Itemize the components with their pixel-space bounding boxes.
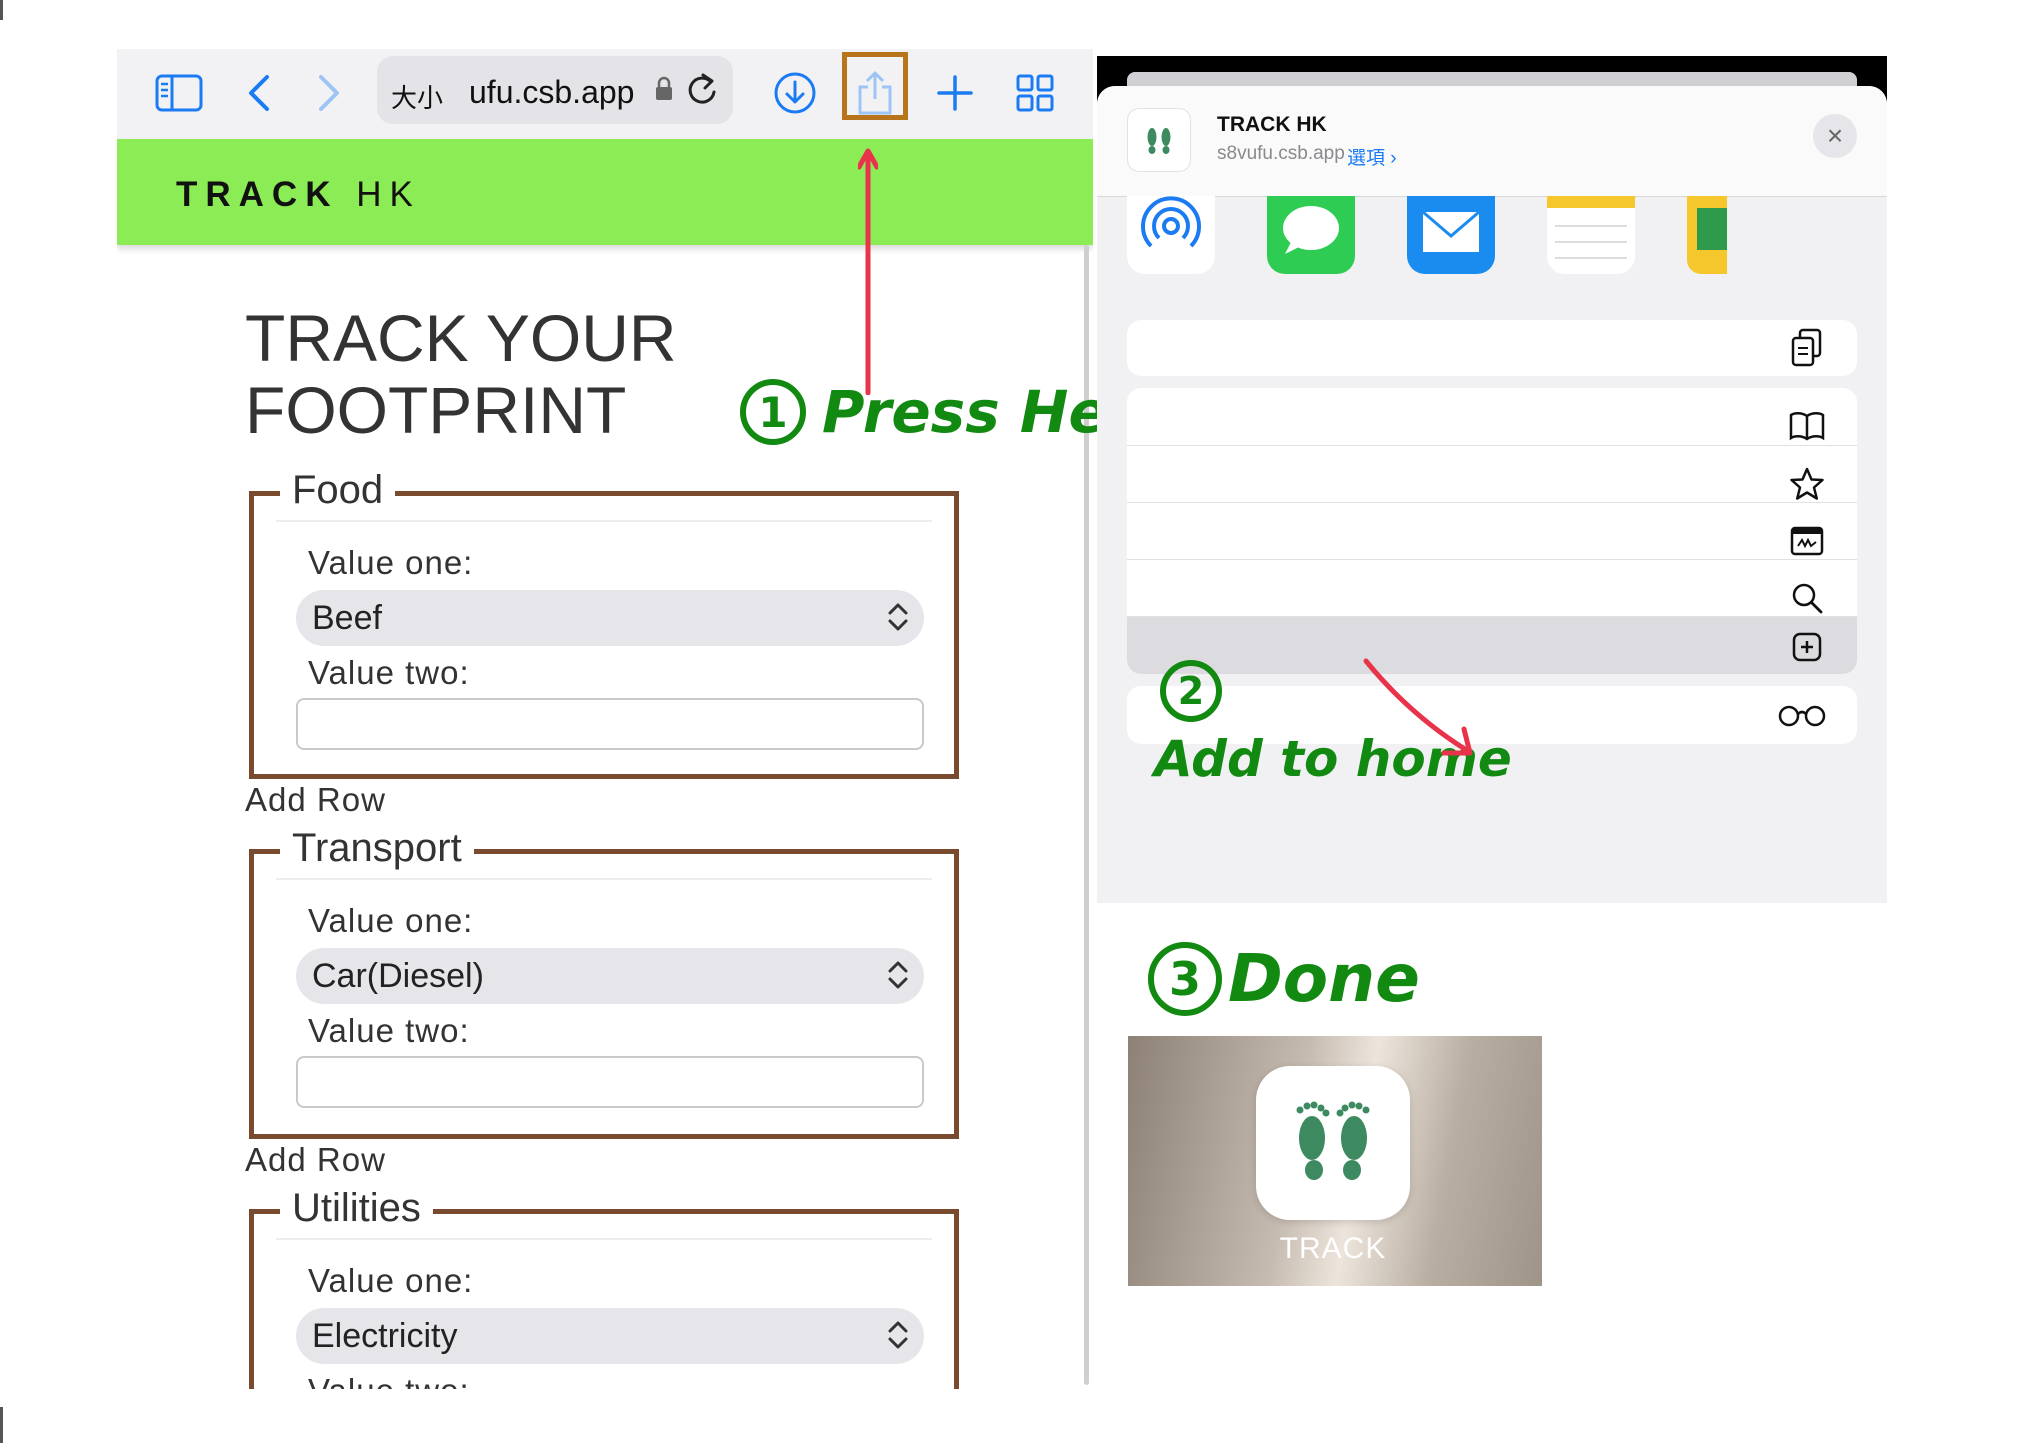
select-value: Beef	[312, 599, 382, 637]
page-title: TRACK YOUR FOOTPRINT	[245, 302, 677, 446]
sidebar-icon[interactable]	[153, 67, 205, 119]
messages-icon[interactable]	[1267, 196, 1355, 274]
url-text: ufu.csb.app	[469, 74, 635, 110]
add-square-icon	[1787, 627, 1827, 667]
step2-number: 2	[1160, 660, 1222, 722]
options-link[interactable]: 選項 ›	[1347, 143, 1397, 170]
share-sheet-header: TRACK HK s8vufu.csb.app 選項 › ×	[1097, 86, 1887, 197]
chevron-up-down-icon	[886, 958, 910, 997]
reload-icon[interactable]	[685, 72, 719, 113]
action-add-to-home-screen[interactable]	[1127, 616, 1857, 674]
search-icon	[1787, 578, 1827, 618]
action-card-main	[1127, 388, 1857, 674]
address-bar[interactable]: 大小 ufu.csb.app	[377, 56, 733, 124]
edge-mark	[0, 0, 3, 20]
page-title-line1: TRACK YOUR	[245, 301, 677, 375]
select-value: Electricity	[312, 1317, 458, 1355]
book-icon	[1787, 406, 1827, 446]
divider	[276, 878, 932, 880]
page-title-line2: FOOTPRINT	[245, 373, 627, 447]
fieldset-food: Food Value one: Beef Value two:	[249, 468, 959, 779]
share-title: TRACK HK	[1217, 113, 1327, 136]
select-value: Car(Diesel)	[312, 957, 484, 995]
action-card-copy	[1127, 320, 1857, 376]
back-icon[interactable]	[233, 67, 285, 119]
step3-text: Done	[1228, 940, 1420, 1017]
value-two-input[interactable]	[296, 1056, 924, 1108]
step3-annotation: 3 Done	[1148, 940, 1420, 1017]
value-one-label: Value one:	[308, 1262, 474, 1299]
value-two-label: Value two:	[308, 1012, 470, 1049]
sheet-behind	[1127, 72, 1857, 86]
step3-number: 3	[1148, 941, 1222, 1016]
arrow-down-right-annotation	[1363, 658, 1473, 756]
more-app-icon[interactable]	[1687, 196, 1727, 274]
add-row-button[interactable]: Add Row	[245, 781, 386, 819]
close-button[interactable]: ×	[1813, 114, 1857, 158]
home-app-icon[interactable]	[1256, 1066, 1410, 1220]
star-icon	[1787, 464, 1827, 504]
fieldset-utilities: Utilities Value one: Electricity Value t…	[249, 1186, 959, 1389]
share-button-highlight	[842, 52, 908, 120]
notes-icon[interactable]	[1547, 196, 1635, 274]
forward-icon[interactable]	[303, 67, 355, 119]
download-icon[interactable]	[769, 67, 821, 119]
footprints-icon	[1296, 1101, 1370, 1180]
markup-icon	[1787, 521, 1827, 561]
glasses-icon	[1777, 695, 1827, 735]
value-one-label: Value one:	[308, 902, 474, 939]
home-app-label: TRACK	[1279, 1232, 1387, 1265]
site-icon	[1127, 108, 1191, 172]
value-one-select[interactable]: Car(Diesel)	[296, 948, 924, 1004]
airdrop-icon[interactable]	[1127, 196, 1215, 274]
value-two-label: Value two:	[308, 654, 470, 691]
value-two-label: Value two:	[308, 1372, 470, 1389]
add-row-button[interactable]: Add Row	[245, 1141, 386, 1179]
text-size-button[interactable]: 大小	[391, 78, 443, 115]
value-one-select[interactable]: Beef	[296, 590, 924, 646]
share-url: s8vufu.csb.app	[1217, 143, 1345, 164]
value-one-label: Value one:	[308, 544, 474, 581]
fieldset-legend: Utilities	[280, 1186, 433, 1231]
action-copy[interactable]	[1127, 320, 1857, 376]
divider	[276, 520, 932, 522]
new-tab-icon[interactable]	[929, 67, 981, 119]
fieldset-legend: Food	[280, 468, 396, 513]
site-header: TRACK HK	[117, 139, 1093, 245]
divider	[276, 1238, 932, 1240]
edge-mark	[0, 1407, 3, 1443]
fieldset-transport: Transport Value one: Car(Diesel) Value t…	[249, 826, 959, 1139]
step1-number: 1	[740, 379, 806, 445]
value-one-select[interactable]: Electricity	[296, 1308, 924, 1364]
fieldset-legend: Transport	[280, 826, 474, 871]
value-two-input[interactable]	[296, 698, 924, 750]
mail-icon[interactable]	[1407, 196, 1495, 274]
browser-window: 大小 ufu.csb.app TRACK HK TRACK YOUR FOOTP…	[117, 49, 1093, 1389]
home-screen-preview: TRACK	[1128, 1036, 1542, 1286]
close-icon: ×	[1826, 120, 1844, 151]
browser-toolbar: 大小 ufu.csb.app	[117, 49, 1093, 139]
copy-icon	[1787, 328, 1827, 368]
site-logo-bold: TRACK	[176, 175, 339, 214]
arrow-up-annotation	[858, 148, 878, 395]
chevron-up-down-icon	[886, 600, 910, 639]
lock-icon	[655, 76, 673, 107]
site-logo[interactable]: TRACK HK	[176, 175, 421, 215]
site-logo-rest: HK	[356, 175, 421, 214]
chevron-up-down-icon	[886, 1318, 910, 1357]
tabs-overview-icon[interactable]	[1009, 67, 1061, 119]
